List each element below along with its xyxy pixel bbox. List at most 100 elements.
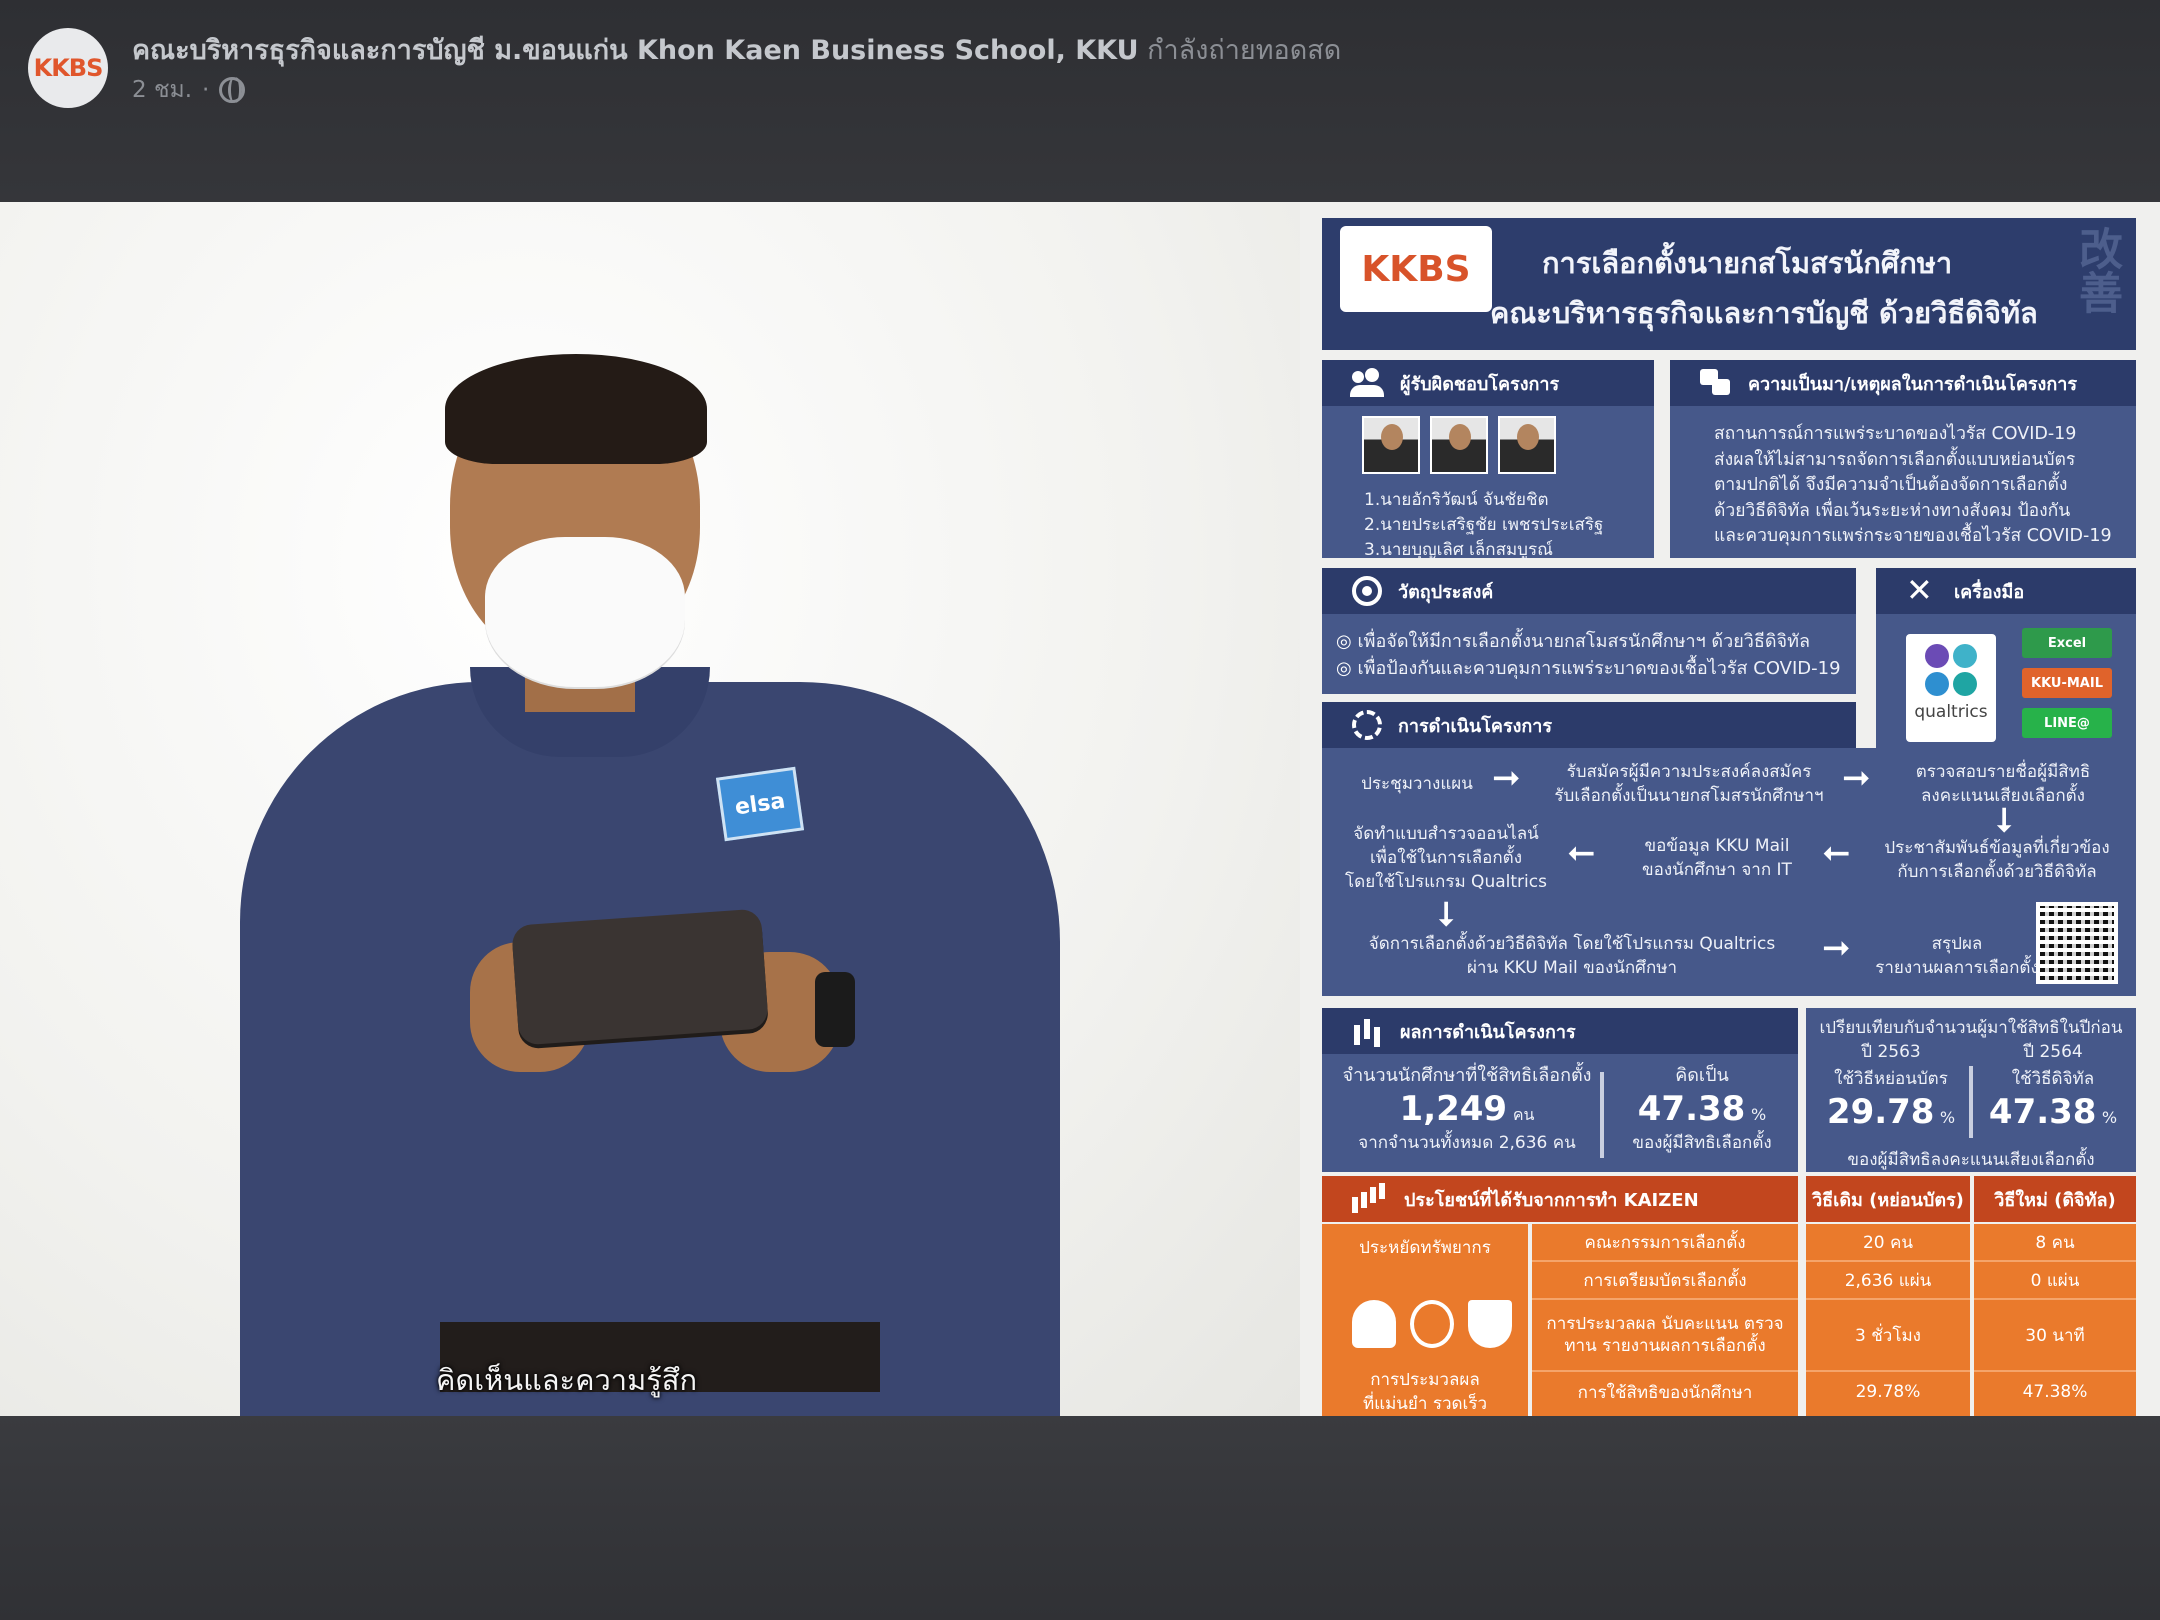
kaizen-heading-label: ประโยชน์ที่ได้รับจากการทำ KAIZEN: [1404, 1189, 1699, 1211]
chat-icon: [1700, 369, 1732, 397]
background-body: สถานการณ์การแพร่ระบาดของไวรัส COVID-19 ส…: [1670, 406, 2136, 558]
kaizen-labels: คณะกรรมการเลือกตั้ง การเตรียมบัตรเลือกตั…: [1532, 1224, 1798, 1422]
objectives-heading-label: วัตถุประสงค์: [1398, 581, 1494, 603]
flow-step-text: โดยใช้โปรแกรม Qualtrics: [1345, 872, 1547, 892]
process-heading-label: การดำเนินโครงการ: [1398, 715, 1553, 737]
responsible-body: 1.นายอักริวัฒน์ จันชัยชิต 2.นายประเสริฐช…: [1322, 406, 1654, 560]
excel-logo: Excel: [2022, 628, 2112, 658]
background-line: สถานการณ์การแพร่ระบาดของไวรัส COVID-19: [1714, 424, 2077, 444]
compare-2564: ปี 2564 ใช้วิธีดิจิทัล 47.38 %: [1978, 1038, 2128, 1132]
flow-step-text: ประชาสัมพันธ์ข้อมูลที่เกี่ยวข้อง: [1884, 838, 2110, 858]
result-voters-label: จำนวนนักศึกษาที่ใช้สิทธิเลือกตั้ง: [1342, 1065, 1592, 1086]
result-percent: คิดเป็น 47.38 % ของผู้มีสิทธิเลือกตั้ง: [1612, 1060, 1792, 1156]
flow-step-text: ขอข้อมูล KKU Mail: [1644, 836, 1790, 856]
background-heading: ความเป็นมา/เหตุผลในการดำเนินโครงการ: [1670, 360, 2136, 406]
responsible-heading: ผู้รับผิดชอบโครงการ: [1322, 360, 1654, 406]
kaizen-new-value: 0 แผ่น: [1974, 1262, 2136, 1300]
kkbs-infographic-logo: KKBS: [1340, 226, 1492, 312]
compare-divider: [1969, 1066, 1973, 1138]
kaizen-left-panel: ประหยัดทรัพยากร การประมวลผล ที่แม่นยำ รว…: [1322, 1224, 1528, 1422]
flow-step-text: ผ่าน KKU Mail ของนักศึกษา: [1466, 958, 1678, 978]
live-status: กำลังถ่ายทอดสด: [1147, 35, 1342, 66]
team-name: 3.นายบุญเลิศ เล็กสมบูรณ์: [1364, 540, 1553, 560]
flow-step-text: ลงคะแนนเสียงเลือกตั้ง: [1921, 786, 2085, 806]
kaizen-infographic: KKBS การเลือกตั้งนายกสโมสรนักศึกษา คณะบร…: [1300, 202, 2160, 1422]
arrow-right-icon: ➞: [1842, 758, 1871, 798]
background-text: สถานการณ์การแพร่ระบาดของไวรัส COVID-19 ส…: [1714, 422, 2112, 550]
flow-step-text: จัดการเลือกตั้งด้วยวิธีดิจิทัล โดยใช้โปร…: [1368, 934, 1776, 954]
qr-code[interactable]: [2036, 902, 2118, 984]
compare-year: ปี 2563: [1861, 1042, 1921, 1062]
kku-mail-logo: KKU-MAIL: [2022, 668, 2112, 698]
kaizen-new-values: 8 คน 0 แผ่น 30 นาที 47.38%: [1974, 1224, 2136, 1422]
team-name: 2.นายประเสริฐชัย เพชรประเสริฐ: [1364, 515, 1604, 535]
qualtrics-dots-icon: [1906, 644, 1996, 696]
flow-step-survey: จัดทำแบบสำรวจออนไลน์ เพื่อใช้ในการเลือกต…: [1336, 822, 1556, 894]
flow-step-register: รับสมัครผู้มีความประสงค์ลงสมัคร รับเลือก…: [1544, 760, 1834, 808]
page-avatar[interactable]: KKBS: [28, 28, 108, 108]
shield-icon: [1468, 1300, 1512, 1348]
team-names: 1.นายอักริวัฒน์ จันชัยชิต 2.นายประเสริฐช…: [1364, 488, 1603, 563]
background-line: ตามปกติได้ จึงมีความจำเป็นต้องจัดการเลือ…: [1714, 475, 2068, 495]
flow-step-text: จัดทำแบบสำรวจออนไลน์: [1353, 824, 1539, 844]
result-total-label: จากจำนวนทั้งหมด 2,636 คน: [1358, 1133, 1576, 1153]
compare-method: ใช้วิธีหย่อนบัตร: [1834, 1069, 1948, 1089]
kaizen-row-label: การใช้สิทธิของนักศึกษา: [1577, 1382, 1753, 1403]
compare-value: 47.38: [1988, 1092, 2097, 1132]
results-body: จำนวนนักศึกษาที่ใช้สิทธิเลือกตั้ง 1,249 …: [1322, 1054, 1798, 1172]
flow-step-text: รับเลือกตั้งเป็นนายกสโมสรนักศึกษาฯ: [1554, 786, 1824, 806]
arrow-down-icon: ➞: [1426, 899, 1467, 929]
compare-heading: เปรียบเทียบกับจำนวนผู้มาใช้สิทธิในปีก่อน: [1819, 1018, 2123, 1038]
post-header: KKBS คณะบริหารธุรกิจและการบัญชี ม.ขอนแก่…: [0, 0, 2160, 202]
kaizen-col-new: วิธีใหม่ (ดิจิทัล): [1974, 1176, 2136, 1222]
flow-step-text: รับสมัครผู้มีความประสงค์ลงสมัคร: [1566, 762, 1812, 782]
flow-step-verify: ตรวจสอบรายชื่อผู้มีสิทธิ ลงคะแนนเสียงเลื…: [1888, 760, 2118, 808]
compare-2563: ปี 2563 ใช้วิธีหย่อนบัตร 29.78 %: [1816, 1038, 1966, 1132]
person-icon: [1352, 1300, 1396, 1348]
result-voters: จำนวนนักศึกษาที่ใช้สิทธิเลือกตั้ง 1,249 …: [1332, 1060, 1602, 1156]
arrow-left-icon: ➞: [1822, 834, 1851, 874]
presenter-shirt: [240, 682, 1060, 1416]
infographic-title-banner: KKBS การเลือกตั้งนายกสโมสรนักศึกษา คณะบร…: [1322, 218, 2136, 350]
kaizen-row-label: การเตรียมบัตรเลือกตั้ง: [1532, 1262, 1798, 1300]
page-name-link[interactable]: คณะบริหารธุรกิจและการบัญชี ม.ขอนแก่น Kho…: [132, 35, 1139, 66]
compare-unit: %: [1939, 1108, 1956, 1127]
kaizen-icons: [1352, 1300, 1512, 1348]
timestamp[interactable]: 2 ชม.: [132, 72, 192, 108]
arrow-left-icon: ➞: [1567, 834, 1596, 874]
team-photo: [1362, 416, 1420, 474]
video-subtitle: คิดเห็นและความรู้สึก: [436, 1363, 698, 1397]
compare-year: ปี 2564: [2023, 1042, 2083, 1062]
results-divider: [1600, 1072, 1604, 1158]
compare-method: ใช้วิธีดิจิทัล: [2011, 1069, 2095, 1089]
objective-item: เพื่อป้องกันและควบคุมการแพร่ระบาดของเชื้…: [1336, 655, 1840, 682]
live-video[interactable]: elsa คิดเห็นและความรู้สึก KKBS การเลือกต…: [0, 202, 2160, 1422]
post-meta: 2 ชม. ·: [132, 72, 246, 108]
video-bottom-area: [0, 1416, 2160, 1620]
flow-step-request-mail: ขอข้อมูล KKU Mail ของนักศึกษา จาก IT: [1622, 834, 1812, 882]
arrow-right-icon: ➞: [1822, 928, 1851, 968]
objective-item: เพื่อจัดให้มีการเลือกตั้งนายกสโมสรนักศึก…: [1336, 628, 1841, 655]
kaizen-left-bottom-line: การประมวลผล: [1370, 1370, 1480, 1390]
arrow-right-icon: ➞: [1492, 758, 1521, 798]
flow-step-publicize: ประชาสัมพันธ์ข้อมูลที่เกี่ยวข้อง กับการเ…: [1862, 836, 2132, 884]
compare-sub: ของผู้มีสิทธิลงคะแนนเสียงเลือกตั้ง: [1847, 1150, 2095, 1170]
kaizen-left-bottom: การประมวลผล ที่แม่นยำ รวดเร็ว: [1322, 1368, 1528, 1416]
compare-unit: %: [2101, 1108, 2118, 1127]
kaizen-old-value: 2,636 แผ่น: [1806, 1262, 1970, 1300]
objectives-heading: วัตถุประสงค์: [1322, 568, 1856, 614]
wristwatch: [815, 972, 855, 1047]
title-line-1: การเลือกตั้งนายกสโมสรนักศึกษา: [1542, 246, 1953, 280]
shirt-logo-badge: elsa: [715, 766, 805, 842]
flow-step-text: ของนักศึกษา จาก IT: [1642, 860, 1792, 880]
line-logo: LINE@: [2022, 708, 2112, 738]
target-icon: [1352, 576, 1382, 606]
flow-step-summary: สรุปผล รายงานผลการเลือกตั้ง: [1862, 932, 2052, 980]
flow-step-text: สรุปผล: [1931, 934, 1983, 954]
background-line: และควบคุมการแพร่กระจายของเชื้อไวรัส COVI…: [1714, 526, 2112, 546]
kaizen-heading: ประโยชน์ที่ได้รับจากการทำ KAIZEN: [1322, 1176, 1798, 1222]
tools-heading: เครื่องมือ: [1876, 568, 2136, 614]
kaizen-old-value: 20 คน: [1806, 1224, 1970, 1262]
flow-step-election: จัดการเลือกตั้งด้วยวิธีดิจิทัล โดยใช้โปร…: [1332, 932, 1812, 980]
flow-step-planning: ประชุมวางแผน: [1352, 772, 1482, 796]
